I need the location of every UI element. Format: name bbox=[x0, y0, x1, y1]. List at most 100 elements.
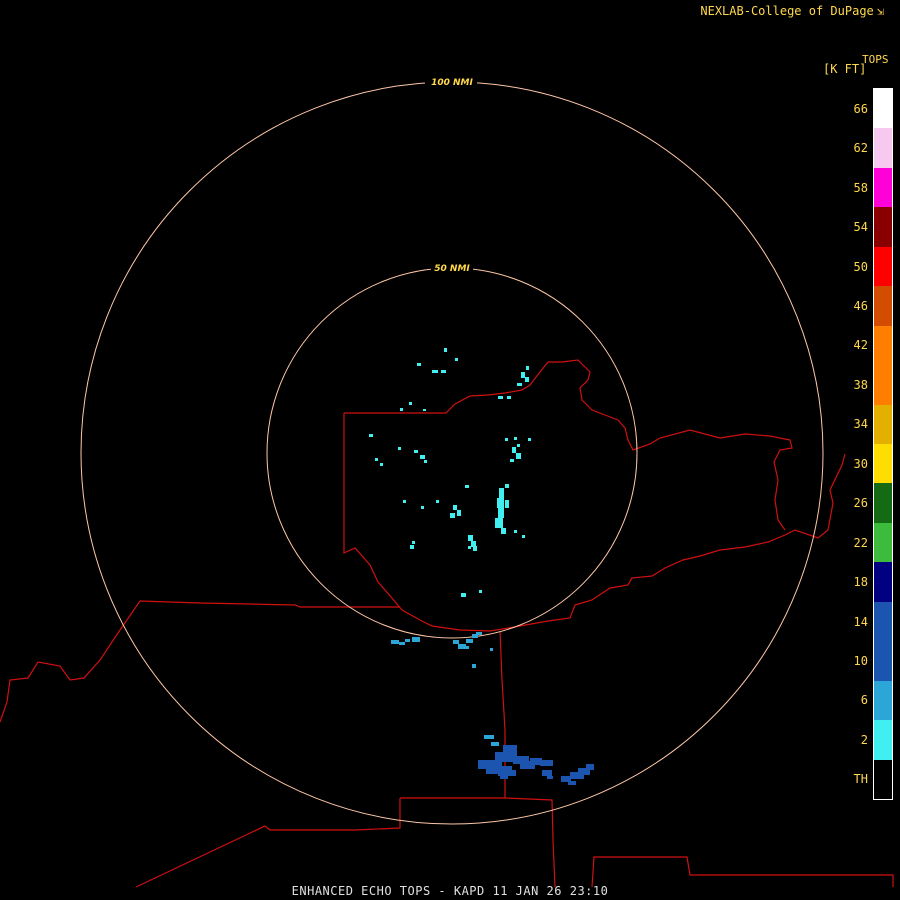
echo-cell bbox=[412, 541, 415, 544]
legend-label: 10 bbox=[853, 653, 868, 668]
legend-label: TH bbox=[853, 772, 868, 787]
legend-label: 18 bbox=[853, 575, 868, 590]
radar-map: 100 NMI 50 NMI bbox=[0, 76, 894, 888]
legend-label: 30 bbox=[853, 456, 868, 471]
echo-cell bbox=[525, 377, 529, 382]
echo-cell bbox=[498, 770, 516, 776]
legend-label: 62 bbox=[853, 141, 868, 156]
echo-cell bbox=[473, 546, 477, 551]
legend-swatch bbox=[874, 167, 892, 208]
echo-cell bbox=[405, 639, 410, 642]
border-line bbox=[343, 413, 846, 632]
echo-cell bbox=[457, 510, 461, 516]
echo-cell bbox=[505, 484, 509, 488]
legend-swatch bbox=[874, 522, 892, 563]
echo-cell bbox=[497, 498, 504, 508]
echo-cell bbox=[526, 366, 529, 370]
echo-cell bbox=[453, 505, 457, 510]
legend-label: 26 bbox=[853, 496, 868, 511]
state-borders bbox=[0, 359, 894, 888]
echo-cell bbox=[521, 372, 525, 378]
echo-cell bbox=[369, 434, 373, 437]
echo-cell bbox=[517, 444, 520, 447]
echo-cell bbox=[507, 396, 511, 399]
echo-cell bbox=[495, 518, 503, 528]
legend-color-bar bbox=[873, 88, 893, 800]
echo-cell bbox=[522, 535, 525, 538]
echo-cell bbox=[398, 447, 401, 450]
echo-cell bbox=[547, 776, 553, 779]
echo-cell bbox=[455, 358, 458, 361]
echo-cell bbox=[432, 370, 438, 373]
legend-swatch bbox=[874, 246, 892, 287]
legend-label: 54 bbox=[853, 220, 868, 235]
legend-swatch bbox=[874, 562, 892, 603]
legend-unit: [K FT] bbox=[823, 62, 867, 76]
echo-cell bbox=[409, 402, 412, 405]
echo-cell bbox=[468, 546, 471, 549]
echo-cell bbox=[465, 646, 469, 649]
echo-cell bbox=[450, 513, 455, 518]
echo-cell bbox=[414, 450, 418, 453]
external-link-icon[interactable]: ⇲ bbox=[877, 4, 884, 18]
legend-swatch bbox=[874, 759, 892, 800]
legend-label: 58 bbox=[853, 180, 868, 195]
legend-swatch bbox=[874, 365, 892, 406]
legend-label: 22 bbox=[853, 535, 868, 550]
legend-swatch bbox=[874, 128, 892, 169]
ring-label-50: 50 NMI bbox=[434, 264, 470, 274]
echo-cell bbox=[498, 508, 504, 518]
echo-cell bbox=[400, 408, 403, 411]
echo-cell bbox=[472, 664, 476, 668]
echo-cell bbox=[375, 458, 378, 461]
echo-cell bbox=[380, 463, 383, 466]
echo-cell bbox=[476, 632, 482, 635]
echo-cell bbox=[542, 770, 552, 776]
echo-cell bbox=[420, 455, 425, 459]
echo-cell bbox=[586, 764, 594, 770]
echo-cell bbox=[491, 742, 499, 746]
legend-swatch bbox=[874, 720, 892, 761]
legend-swatch bbox=[874, 404, 892, 445]
legend-swatch bbox=[874, 207, 892, 248]
echo-cell bbox=[540, 760, 553, 766]
ring-50-nmi bbox=[266, 267, 638, 639]
echo-cell bbox=[514, 437, 517, 440]
echo-cell bbox=[399, 642, 405, 645]
echo-cell bbox=[505, 438, 508, 441]
credit-text: NEXLAB-College of DuPage bbox=[700, 4, 874, 18]
echo-cell bbox=[403, 500, 406, 503]
echo-cell bbox=[512, 447, 516, 453]
border-line bbox=[0, 600, 400, 723]
echo-cell bbox=[490, 648, 493, 651]
legend-swatch bbox=[874, 483, 892, 524]
credit-label: NEXLAB-College of DuPage ⇲ bbox=[700, 4, 884, 18]
echo-cell bbox=[465, 485, 469, 488]
echo-cell bbox=[501, 528, 506, 534]
echo-cell bbox=[453, 640, 459, 644]
legend-swatch bbox=[874, 601, 892, 642]
echo-cell bbox=[468, 535, 473, 541]
echo-cell bbox=[461, 593, 466, 597]
echo-cell bbox=[466, 639, 473, 643]
legend-label: 38 bbox=[853, 377, 868, 392]
legend-label: 42 bbox=[853, 338, 868, 353]
echo-cell bbox=[444, 348, 447, 352]
echo-cell bbox=[568, 781, 576, 785]
echo-cell bbox=[500, 776, 508, 779]
legend-label: 66 bbox=[853, 101, 868, 116]
echo-cell bbox=[499, 488, 504, 498]
legend-label: 50 bbox=[853, 259, 868, 274]
ring-100-nmi bbox=[80, 81, 824, 825]
product-title: ENHANCED ECHO TOPS - KAPD 11 JAN 26 23:1… bbox=[291, 884, 609, 898]
echo-cell bbox=[516, 453, 521, 459]
echo-cell bbox=[436, 500, 439, 503]
echo-cell bbox=[421, 506, 424, 509]
border-line bbox=[591, 856, 894, 888]
legend-swatch bbox=[874, 680, 892, 721]
legend-swatch bbox=[874, 641, 892, 682]
echo-cell bbox=[410, 545, 414, 549]
echo-cell bbox=[484, 735, 494, 739]
echo-cell bbox=[510, 459, 514, 462]
legend-swatch bbox=[874, 286, 892, 327]
